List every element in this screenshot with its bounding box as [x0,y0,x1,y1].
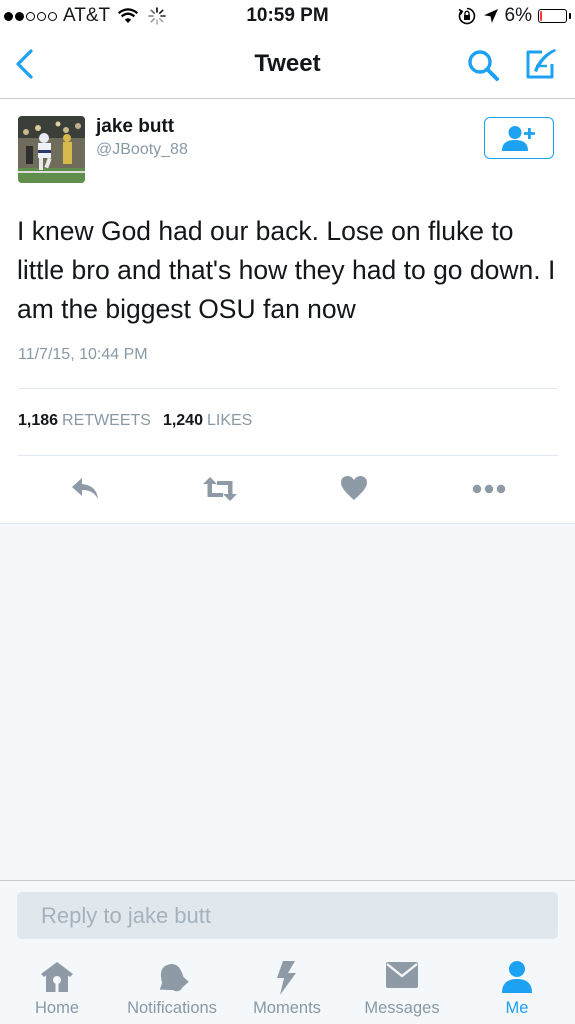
reply-action-button[interactable] [70,475,100,508]
likes-stat[interactable]: 1,240 LIKES [163,412,252,429]
likes-count: 1,240 [162,412,203,429]
divider [18,388,558,389]
battery-percent: 6% [504,5,532,26]
tab-label: Home [34,999,79,1017]
battery-icon [538,9,571,23]
tab-label: Moments [253,999,321,1017]
lightning-icon [277,961,296,995]
home-icon [41,962,73,992]
retweet-action-button[interactable] [202,475,238,508]
tweet-detail: jake butt @JBooty_88 I knew God had our … [0,99,575,524]
tab-notifications[interactable]: Notifications [112,950,232,1024]
search-button[interactable] [466,48,500,87]
status-bar: AT&T 10:59 PM 6% [0,0,575,34]
likes-label: LIKES [206,412,253,429]
tab-home[interactable]: Home [17,950,97,1024]
divider [18,455,558,456]
battery-level-fill [540,11,542,21]
tweet-stats: 1,186 RETWEETS 1,240 LIKES [18,412,252,430]
more-icon [472,484,506,494]
orientation-lock-icon [458,7,475,25]
add-user-icon [502,126,535,151]
search-icon [468,50,499,81]
tab-moments[interactable]: Moments [242,950,332,1024]
follow-button[interactable] [484,117,554,159]
tab-me[interactable]: Me [487,950,547,1024]
bell-icon [159,963,189,992]
avatar[interactable] [18,116,85,183]
compose-icon [526,49,556,79]
more-options-button[interactable] [472,475,506,508]
tweet-timestamp: 11/7/15, 10:44 PM [18,346,148,363]
reply-input[interactable] [17,892,558,939]
status-bar-right: 6% [457,5,571,27]
heart-icon [341,476,367,500]
tab-messages[interactable]: Messages [352,950,452,1024]
compose-tweet-button[interactable] [522,46,558,87]
retweets-count: 1,186 [18,412,59,429]
like-action-button[interactable] [340,475,368,506]
person-icon [502,961,532,993]
retweets-label: RETWEETS [62,412,151,429]
reply-bar [0,880,575,951]
reply-icon [72,478,98,499]
tab-label: Messages [364,999,440,1017]
author-name[interactable]: jake butt [96,116,174,138]
location-arrow-icon [483,9,498,23]
retweet-icon [203,477,237,501]
tab-label: Me [505,999,529,1017]
tweet-text: I knew God had our back. Lose on fluke t… [17,216,556,324]
retweets-stat[interactable]: 1,186 RETWEETS [18,412,151,429]
navigation-bar: Tweet [0,34,575,99]
envelope-icon [386,962,418,988]
tab-label: Notifications [127,999,217,1017]
author-handle[interactable]: @JBooty_88 [96,141,188,159]
tab-bar: Home Notifications Moments Messages Me [0,950,575,1024]
avatar-photo [18,116,85,183]
